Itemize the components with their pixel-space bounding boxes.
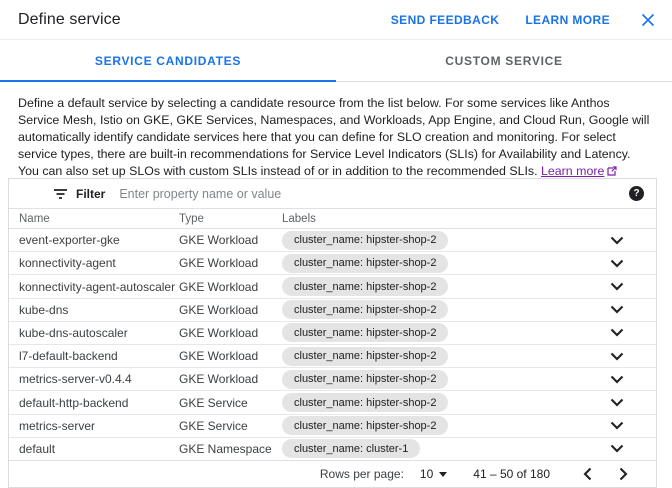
cell-name: konnectivity-agent-autoscaler [19, 280, 179, 294]
active-tab-underline [0, 80, 336, 82]
table-row[interactable]: l7-default-backend GKE Workload cluster_… [9, 344, 656, 367]
cell-type: GKE Workload [179, 326, 282, 340]
table-row[interactable]: event-exporter-gke GKE Workload cluster_… [9, 229, 656, 251]
page-title: Define service [18, 11, 121, 29]
learn-more-button[interactable]: LEARN MORE [525, 13, 610, 27]
label-chip: cluster_name: hipster-shop-2 [282, 370, 448, 389]
caret-down-icon [439, 472, 447, 477]
label-chip: cluster_name: hipster-shop-2 [282, 231, 448, 250]
cell-name: metrics-server [19, 419, 179, 433]
cell-name: default [19, 442, 179, 456]
chevron-right-icon[interactable] [612, 463, 634, 485]
cell-labels: cluster_name: hipster-shop-2 [282, 347, 600, 366]
tab-custom-service[interactable]: CUSTOM SERVICE [336, 40, 672, 81]
send-feedback-button[interactable]: SEND FEEDBACK [391, 13, 500, 27]
tab-bar: SERVICE CANDIDATES CUSTOM SERVICE [0, 40, 672, 82]
chevron-down-icon[interactable] [600, 398, 656, 407]
filter-icon [53, 188, 68, 200]
rows-per-page-label: Rows per page: [320, 467, 404, 481]
chevron-down-icon[interactable] [600, 282, 656, 291]
label-chip: cluster_name: hipster-shop-2 [282, 323, 448, 342]
column-header-labels: Labels [282, 213, 600, 225]
chevron-down-icon[interactable] [600, 444, 656, 453]
label-chip: cluster_name: hipster-shop-2 [282, 393, 448, 412]
chevron-down-icon[interactable] [600, 352, 656, 361]
chevron-down-icon[interactable] [600, 375, 656, 384]
filter-input[interactable] [119, 187, 621, 201]
cell-labels: cluster_name: hipster-shop-2 [282, 370, 600, 389]
cell-type: GKE Service [179, 419, 282, 433]
cell-type: GKE Workload [179, 256, 282, 270]
label-chip: cluster_name: hipster-shop-2 [282, 416, 448, 435]
table-row[interactable]: metrics-server-v0.4.4 GKE Workload clust… [9, 367, 656, 390]
chevron-down-icon[interactable] [600, 236, 656, 245]
cell-labels: cluster_name: hipster-shop-2 [282, 416, 600, 435]
cell-name: l7-default-backend [19, 349, 179, 363]
label-chip: cluster_name: hipster-shop-2 [282, 254, 448, 273]
close-icon[interactable] [640, 12, 656, 28]
cell-type: GKE Workload [179, 233, 282, 247]
page-range-label: 41 – 50 of 180 [473, 467, 550, 481]
table-body: event-exporter-gke GKE Workload cluster_… [9, 229, 656, 460]
cell-type: GKE Service [179, 396, 282, 410]
cell-labels: cluster_name: hipster-shop-2 [282, 277, 600, 296]
candidates-table-card: Filter ? Name Type Labels event-exporter… [8, 178, 657, 488]
external-link-icon [607, 164, 617, 178]
cell-labels: cluster_name: hipster-shop-2 [282, 393, 600, 412]
label-chip: cluster_name: cluster-1 [282, 439, 420, 458]
cell-name: default-http-backend [19, 396, 179, 410]
label-chip: cluster_name: hipster-shop-2 [282, 347, 448, 366]
chevron-down-icon[interactable] [600, 259, 656, 268]
cell-labels: cluster_name: hipster-shop-2 [282, 231, 600, 250]
description-text: Define a default service by selecting a … [0, 82, 672, 178]
chevron-down-icon[interactable] [600, 328, 656, 337]
cell-labels: cluster_name: hipster-shop-2 [282, 254, 600, 273]
cell-labels: cluster_name: hipster-shop-2 [282, 323, 600, 342]
filter-label: Filter [76, 187, 105, 201]
column-header-name: Name [19, 213, 179, 225]
cell-type: GKE Workload [179, 303, 282, 317]
table-row[interactable]: metrics-server GKE Service cluster_name:… [9, 414, 656, 437]
table-row[interactable]: kube-dns GKE Workload cluster_name: hips… [9, 298, 656, 321]
cell-name: kube-dns-autoscaler [19, 326, 179, 340]
table-row[interactable]: default GKE Namespace cluster_name: clus… [9, 437, 656, 460]
cell-type: GKE Namespace [179, 442, 282, 456]
cell-name: event-exporter-gke [19, 233, 179, 247]
cell-labels: cluster_name: cluster-1 [282, 439, 600, 458]
filter-bar: Filter ? [9, 179, 656, 209]
chevron-down-icon[interactable] [600, 305, 656, 314]
cell-labels: cluster_name: hipster-shop-2 [282, 300, 600, 319]
label-chip: cluster_name: hipster-shop-2 [282, 277, 448, 296]
cell-type: GKE Workload [179, 280, 282, 294]
page-size-dropdown[interactable]: 10 [420, 467, 447, 481]
define-service-dialog: Define service SEND FEEDBACK LEARN MORE … [0, 0, 672, 488]
table-header-row: Name Type Labels [9, 209, 656, 229]
cell-name: kube-dns [19, 303, 179, 317]
dialog-header: Define service SEND FEEDBACK LEARN MORE [0, 0, 672, 40]
table-row[interactable]: konnectivity-agent GKE Workload cluster_… [9, 251, 656, 274]
cell-type: GKE Workload [179, 349, 282, 363]
page-size-value: 10 [420, 467, 433, 481]
table-row[interactable]: default-http-backend GKE Service cluster… [9, 390, 656, 413]
chevron-down-icon[interactable] [600, 421, 656, 430]
cell-type: GKE Workload [179, 372, 282, 386]
column-header-type: Type [179, 213, 282, 225]
chevron-left-icon[interactable] [576, 463, 598, 485]
table-row[interactable]: kube-dns-autoscaler GKE Workload cluster… [9, 321, 656, 344]
header-actions: SEND FEEDBACK LEARN MORE [391, 12, 656, 28]
table-row[interactable]: konnectivity-agent-autoscaler GKE Worklo… [9, 274, 656, 297]
cell-name: metrics-server-v0.4.4 [19, 372, 179, 386]
help-icon[interactable]: ? [629, 186, 644, 201]
tab-service-candidates[interactable]: SERVICE CANDIDATES [0, 40, 336, 81]
cell-name: konnectivity-agent [19, 256, 179, 270]
learn-more-link[interactable]: Learn more [541, 164, 617, 178]
table-pagination: Rows per page: 10 41 – 50 of 180 [9, 460, 656, 487]
label-chip: cluster_name: hipster-shop-2 [282, 300, 448, 319]
